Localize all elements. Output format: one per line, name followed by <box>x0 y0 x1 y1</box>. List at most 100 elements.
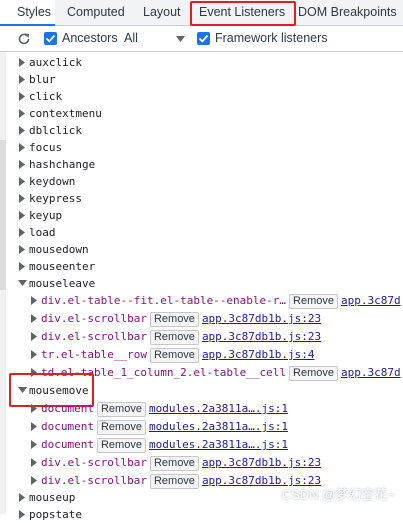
checkmark-icon <box>198 34 209 43</box>
expand-triangle-icon <box>29 418 39 435</box>
expand-triangle-icon <box>17 489 27 506</box>
remove-listener-button[interactable]: Remove <box>149 347 199 363</box>
listener-source-link[interactable]: app.3c87d <box>341 294 401 307</box>
chevron-down-icon <box>176 36 185 42</box>
remove-listener-button[interactable]: Remove <box>149 311 199 327</box>
listener-row[interactable]: document Remove modules.2a3811a….js:1 <box>0 418 403 435</box>
remove-listener-button[interactable]: Remove <box>149 329 199 345</box>
listener-source-link[interactable]: app.3c87db1b.js:23 <box>202 312 321 325</box>
expand-triangle-icon <box>17 173 27 190</box>
expand-triangle-icon <box>17 190 27 207</box>
event-name: focus <box>29 141 63 154</box>
listener-row[interactable]: tr.el-table__row Remove app.3c87db1b.js:4 <box>0 346 403 363</box>
expand-triangle-icon <box>17 258 27 275</box>
listener-node: document <box>41 402 94 415</box>
expand-triangle-icon <box>29 436 39 453</box>
event-name: keyup <box>29 209 63 222</box>
remove-listener-button[interactable]: Remove <box>149 473 199 489</box>
panel-tab-bar: Styles Computed Layout Event Listeners D… <box>0 0 403 26</box>
tab-dom-breakpoints-label: DOM Breakpoints <box>298 5 397 19</box>
tab-layout-label: Layout <box>143 5 181 19</box>
event-name: mouseenter <box>29 260 96 273</box>
watermark-text: CSDN @梦幻空花~ <box>281 487 395 502</box>
tab-dom-breakpoints[interactable]: DOM Breakpoints <box>298 0 397 25</box>
checkmark-icon <box>45 34 56 43</box>
collapse-triangle-icon <box>17 275 27 292</box>
expand-triangle-icon <box>17 156 27 173</box>
event-name: dblclick <box>29 124 82 137</box>
listener-filter-select[interactable]: All <box>124 26 186 51</box>
listener-row[interactable]: document Remove modules.2a3811a….js:1 <box>0 436 403 453</box>
tab-styles-label: Styles <box>17 5 52 19</box>
expand-triangle-icon <box>17 54 27 71</box>
listener-node: div.el-scrollbar <box>41 330 147 343</box>
listener-row[interactable]: div.el-scrollbar Remove app.3c87db1b.js:23 <box>0 328 403 345</box>
listener-node: div.el-scrollbar <box>41 474 147 487</box>
listener-row[interactable]: document Remove modules.2a3811a….js:1 <box>0 400 403 417</box>
event-listeners-highlight-box <box>190 1 296 26</box>
expand-triangle-icon <box>29 346 39 363</box>
expand-triangle-icon <box>29 454 39 471</box>
ancestors-checkbox[interactable] <box>44 32 57 45</box>
event-name: hashchange <box>29 158 96 171</box>
remove-listener-button[interactable]: Remove <box>289 293 339 309</box>
framework-listeners-label: Framework listeners <box>215 31 328 45</box>
listener-filter-value: All <box>124 31 138 45</box>
listener-source-link[interactable]: app.3c87d <box>341 366 401 379</box>
scrollbar-thumb[interactable] <box>0 140 6 290</box>
event-name: blur <box>29 73 56 86</box>
expand-triangle-icon <box>17 139 27 156</box>
event-name: click <box>29 90 63 103</box>
remove-listener-button[interactable]: Remove <box>96 437 146 453</box>
remove-listener-button[interactable]: Remove <box>96 419 146 435</box>
listener-source-link[interactable]: modules.2a3811a….js:1 <box>149 420 288 433</box>
refresh-icon <box>18 33 30 45</box>
listener-source-link[interactable]: modules.2a3811a….js:1 <box>149 402 288 415</box>
listener-node: document <box>41 420 94 433</box>
listener-source-link[interactable]: modules.2a3811a….js:1 <box>149 438 288 451</box>
listener-node: div.el-scrollbar <box>41 456 147 469</box>
event-name: mouseleave <box>29 277 96 290</box>
expand-triangle-icon <box>17 122 27 139</box>
expand-triangle-icon <box>17 506 27 523</box>
tab-styles[interactable]: Styles <box>0 0 55 26</box>
expand-triangle-icon <box>29 472 39 489</box>
expand-triangle-icon <box>17 207 27 224</box>
remove-listener-button[interactable]: Remove <box>96 401 146 417</box>
expand-triangle-icon <box>29 310 39 327</box>
event-name: load <box>29 226 56 239</box>
listener-node: div.el-scrollbar <box>41 312 147 325</box>
expand-triangle-icon <box>17 88 27 105</box>
listener-source-link[interactable]: app.3c87db1b.js:23 <box>202 330 321 343</box>
event-name: keypress <box>29 192 82 205</box>
event-name: popstate <box>29 508 82 521</box>
listener-source-link[interactable]: app.3c87db1b.js:4 <box>202 348 315 361</box>
expand-triangle-icon <box>29 292 39 309</box>
expand-triangle-icon <box>17 71 27 88</box>
tab-computed-label: Computed <box>67 5 125 19</box>
event-name: auxclick <box>29 56 82 69</box>
listener-source-link[interactable]: app.3c87db1b.js:23 <box>202 456 321 469</box>
event-name: keydown <box>29 175 76 188</box>
expand-triangle-icon <box>29 400 39 417</box>
event-name: mouseup <box>29 491 76 504</box>
listener-row[interactable]: div.el-scrollbar Remove app.3c87db1b.js:23 <box>0 310 403 327</box>
listener-row[interactable]: div.el-scrollbar Remove app.3c87db1b.js:23 <box>0 454 403 471</box>
event-name: contextmenu <box>29 107 102 120</box>
tab-computed[interactable]: Computed <box>67 0 125 25</box>
listener-node: document <box>41 438 94 451</box>
listener-row[interactable]: div.el-table--fit.el-table--enable-r… Rem… <box>0 292 403 309</box>
listener-node: tr.el-table__row <box>41 348 147 361</box>
expand-triangle-icon <box>29 328 39 345</box>
remove-listener-button[interactable]: Remove <box>289 365 339 381</box>
event-listeners-toolbar: Ancestors All Framework listeners <box>0 26 403 52</box>
listener-node: div.el-table--fit.el-table--enable-r… <box>41 294 287 307</box>
ancestors-label: Ancestors <box>62 31 118 45</box>
remove-listener-button[interactable]: Remove <box>149 455 199 471</box>
expand-triangle-icon <box>17 105 27 122</box>
framework-listeners-checkbox[interactable] <box>197 32 210 45</box>
expand-triangle-icon <box>17 241 27 258</box>
expand-triangle-icon <box>17 224 27 241</box>
event-name: mousedown <box>29 243 89 256</box>
tab-layout[interactable]: Layout <box>143 0 181 25</box>
